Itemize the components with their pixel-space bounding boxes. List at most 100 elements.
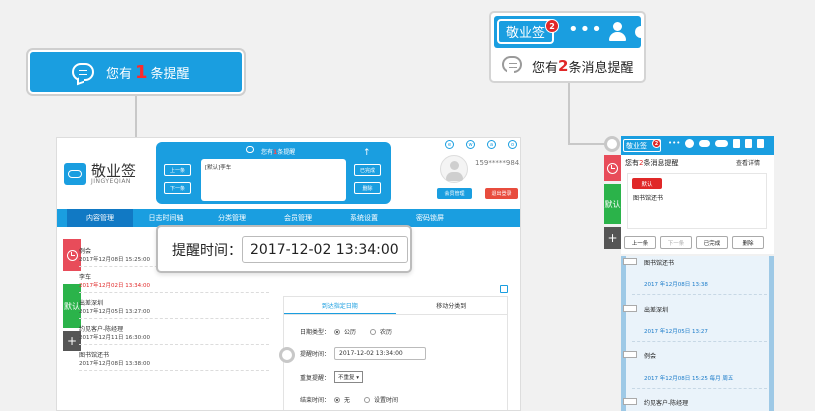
end-time-row: 结束时间： 无 设置时间 [300,395,398,404]
list-marker [623,351,637,358]
widget-add-tab[interactable]: + [604,227,621,249]
list-item-title: 出差深圳 [79,300,104,307]
tab-specified-date[interactable]: 到达指定日期 [284,297,396,314]
callout-count: 1 [135,61,148,83]
user-icon[interactable] [685,139,695,148]
lock-icon[interactable] [733,139,741,148]
connector-dot [279,347,295,363]
popup-time-input[interactable]: 2017-12-02 13:34:00 [242,236,408,263]
member-management-button[interactable]: 会员管理 [437,188,472,199]
end-set-label: 设置时间 [374,397,399,404]
list-item[interactable]: 出差深圳 2017年12月05日 13:27:00 [79,298,269,319]
alarm-icon [607,162,618,174]
android-icon[interactable]: o [508,140,517,149]
view-detail-link[interactable]: 查看详情 [736,158,760,167]
date-type-row: 日期类型： 公历 农历 [300,327,392,336]
widget-alarm-tab[interactable] [604,155,621,181]
gregorian-radio[interactable] [334,328,341,335]
user-phone: 159*****9845 [475,159,521,167]
tab-move-category[interactable]: 移动分类到 [396,297,508,314]
list-item[interactable]: 李车 2017年12月02日 13:34:00 [79,272,269,293]
widget-list-title[interactable]: 例会 [644,351,656,360]
widget-callout-topbar: 敬业签 2 ••• [494,16,643,48]
list-item-title: 约见客户-陈经理 [79,326,124,333]
reminder-time-popup: 提醒时间： 2017-12-02 13:34:00 [156,225,412,273]
list-item-date: 2017年12月11日 16:30:00 [79,335,150,341]
more-icon[interactable]: ••• [668,139,680,148]
widget-callout: 敬业签 2 ••• 您有 2 条消息提醒 [489,11,646,83]
done-button[interactable]: 已完成 [354,164,381,176]
app-header: 敬业签 JINGYEQIAN 您有1条提醒 上一条 下一条 [默认]李车 ↑ 已… [57,138,521,208]
cloud-icon[interactable] [699,140,711,147]
widget-toolbar-icons: ••• [668,139,765,148]
avatar[interactable] [440,155,468,183]
widget-list-date: 2017 年12月05日 13:27 [644,329,708,335]
widget-message-head: 您有2条消息提醒 [625,159,679,167]
chat-icon [502,56,522,73]
popup-time-label: 提醒时间： [172,243,242,259]
reminder-note: [默认]李车 [201,159,346,201]
repeat-select[interactable]: 不重复 ▾ [334,371,364,383]
reminder-panel: 您有1条提醒 上一条 下一条 [默认]李车 ↑ 已完成 删除 [156,142,391,204]
next-button[interactable]: 下一条 [164,182,191,194]
widget-callout-tag: 敬业签 2 [497,19,559,44]
browser-icon[interactable]: e [445,140,454,149]
collapse-arrow-icon[interactable]: ↑ [363,148,371,158]
widget-delete-button[interactable]: 删除 [732,236,764,249]
widget-buttons: 上一条 下一条 已完成 删除 [624,236,764,249]
widget-callout-tag-label: 敬业签 [506,26,546,41]
list-item[interactable]: 约见客户-陈经理 2017年12月11日 16:30:00 [79,324,269,345]
toggle-icon[interactable] [715,140,729,147]
prev-button[interactable]: 上一条 [164,164,191,176]
apple-icon[interactable]: a [487,140,496,149]
reminder-time-input[interactable]: 2017-12-02 13:34:00 [334,347,427,360]
list-item-title: 李车 [79,274,92,281]
calendar-icon[interactable] [500,285,508,293]
nav-content[interactable]: 内容管理 [67,209,133,227]
widget-done-button[interactable]: 已完成 [696,236,728,249]
widget-body: 您有2条消息提醒 查看详情 默认 图书馆还书 上一条 下一条 已完成 删除 [621,155,774,254]
lunar-label: 农历 [380,329,393,336]
widget-callout-count: 2 [558,57,569,75]
end-none-radio[interactable] [334,396,341,403]
widget-default-tab[interactable]: 默认 [604,184,621,224]
date-type-label: 日期类型： [300,329,331,336]
chat-icon [72,63,94,81]
list-marker [623,398,637,405]
category-pill: 默认 [632,178,662,189]
app-logo [64,163,86,185]
time-label: 提醒时间： [300,351,331,358]
cloud-icon [68,170,82,178]
callout-suffix: 条提醒 [150,66,190,82]
time-row: 提醒时间： 2017-12-02 13:34:00 [300,347,427,360]
widget-callout-suffix: 条消息提醒 [568,60,634,76]
repeat-row: 重复提醒： 不重复 ▾ [300,371,364,383]
widget-list-title[interactable]: 图书馆还书 [644,258,674,267]
notification-badge: 2 [652,139,661,148]
windows-icon[interactable]: w [466,140,475,149]
widget-tag[interactable]: 敬业签 2 [623,139,661,152]
lunar-radio[interactable] [370,328,377,335]
widget-prev-button[interactable]: 上一条 [624,236,656,249]
widget-list-title[interactable]: 约见客户-陈经理 [644,398,688,407]
widget-list-title[interactable]: 出差深圳 [644,305,668,314]
delete-button[interactable]: 删除 [354,182,381,194]
logout-button[interactable]: 退出登录 [485,188,518,199]
end-set-radio[interactable] [364,396,371,403]
connector-line [568,83,570,145]
reminder-settings-form: 到达指定日期 移动分类到 日期类型： 公历 农历 提醒时间： 2017-12-0… [283,296,508,410]
repeat-label: 重复提醒： [300,374,331,382]
widget-next-button[interactable]: 下一条 [660,236,692,249]
widget-reminder-list: 图书馆还书 2017 年12月08日 13:38 出差深圳 2017 年12月0… [621,256,774,411]
widget-list-date: 2017 年12月08日 15:25 每月 周五 [644,376,734,382]
minimize-icon[interactable] [745,139,753,148]
app-subtitle: JINGYEQIAN [91,178,131,185]
widget-list-date: 2017 年12月08日 13:38 [644,282,708,288]
widget-callout-prefix: 您有 [532,60,559,76]
reminder-panel-title: 您有1条提醒 [261,149,296,156]
list-item[interactable]: 图书馆还书 2017年12月08日 13:38:00 [79,350,269,371]
list-item-title: 图书馆还书 [79,352,110,359]
close-icon[interactable] [757,139,765,148]
gregorian-label: 公历 [344,329,357,336]
header-icons: e w a o [445,140,517,149]
